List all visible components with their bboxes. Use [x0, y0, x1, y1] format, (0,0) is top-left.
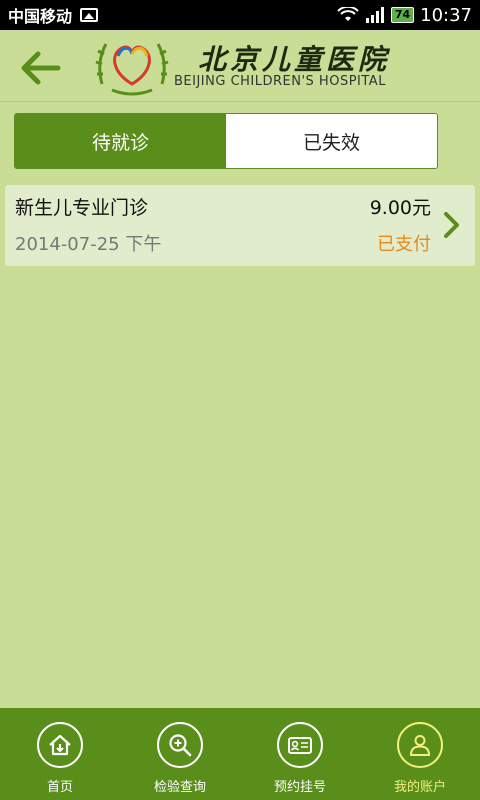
appointment-date: 2014-07-25 下午	[15, 234, 162, 255]
id-card-icon	[277, 722, 323, 768]
bottom-navigation: 首页 检验查询 预约挂号 我的账户	[0, 708, 480, 800]
department-name: 新生儿专业门诊	[15, 197, 149, 219]
nav-my-account[interactable]: 我的账户	[360, 708, 480, 800]
battery-icon: 74	[390, 7, 415, 23]
nav-home[interactable]: 首页	[0, 708, 120, 800]
chevron-right-icon	[444, 212, 459, 238]
tab-expired[interactable]: 已失效	[226, 114, 437, 168]
hospital-name-en: BEIJING CHILDREN'S HOSPITAL	[174, 74, 386, 89]
appointment-price: 9.00元	[369, 197, 431, 219]
nav-lab-results-label: 检验查询	[153, 780, 206, 795]
appointment-tabs: 待就诊 已失效	[14, 113, 438, 169]
image-notification-icon	[80, 8, 99, 22]
payment-status: 已支付	[377, 234, 431, 255]
search-plus-icon	[157, 722, 203, 768]
nav-appointment-label: 预约挂号	[273, 780, 326, 795]
nav-lab-results[interactable]: 检验查询	[120, 708, 240, 800]
home-icon	[37, 722, 83, 768]
status-bar: 中国移动 74 10:37	[0, 0, 480, 30]
signal-icon	[365, 7, 384, 23]
clock: 10:37	[420, 4, 472, 26]
carrier-name: 中国移动	[8, 7, 73, 26]
back-arrow-icon[interactable]	[18, 48, 62, 88]
nav-home-label: 首页	[46, 780, 73, 795]
user-icon	[397, 722, 443, 768]
hospital-logo-icon	[95, 43, 169, 96]
hospital-name-cn: 北京儿童医院	[198, 43, 391, 76]
nav-appointment[interactable]: 预约挂号	[240, 708, 360, 800]
appointment-row[interactable]: 新生儿专业门诊 9.00元 2014-07-25 下午 已支付	[5, 185, 475, 266]
wifi-icon	[337, 7, 359, 21]
nav-my-account-label: 我的账户	[393, 780, 446, 795]
tab-pending[interactable]: 待就诊	[15, 114, 226, 168]
app-header: 北京儿童医院 BEIJING CHILDREN'S HOSPITAL	[0, 30, 480, 102]
